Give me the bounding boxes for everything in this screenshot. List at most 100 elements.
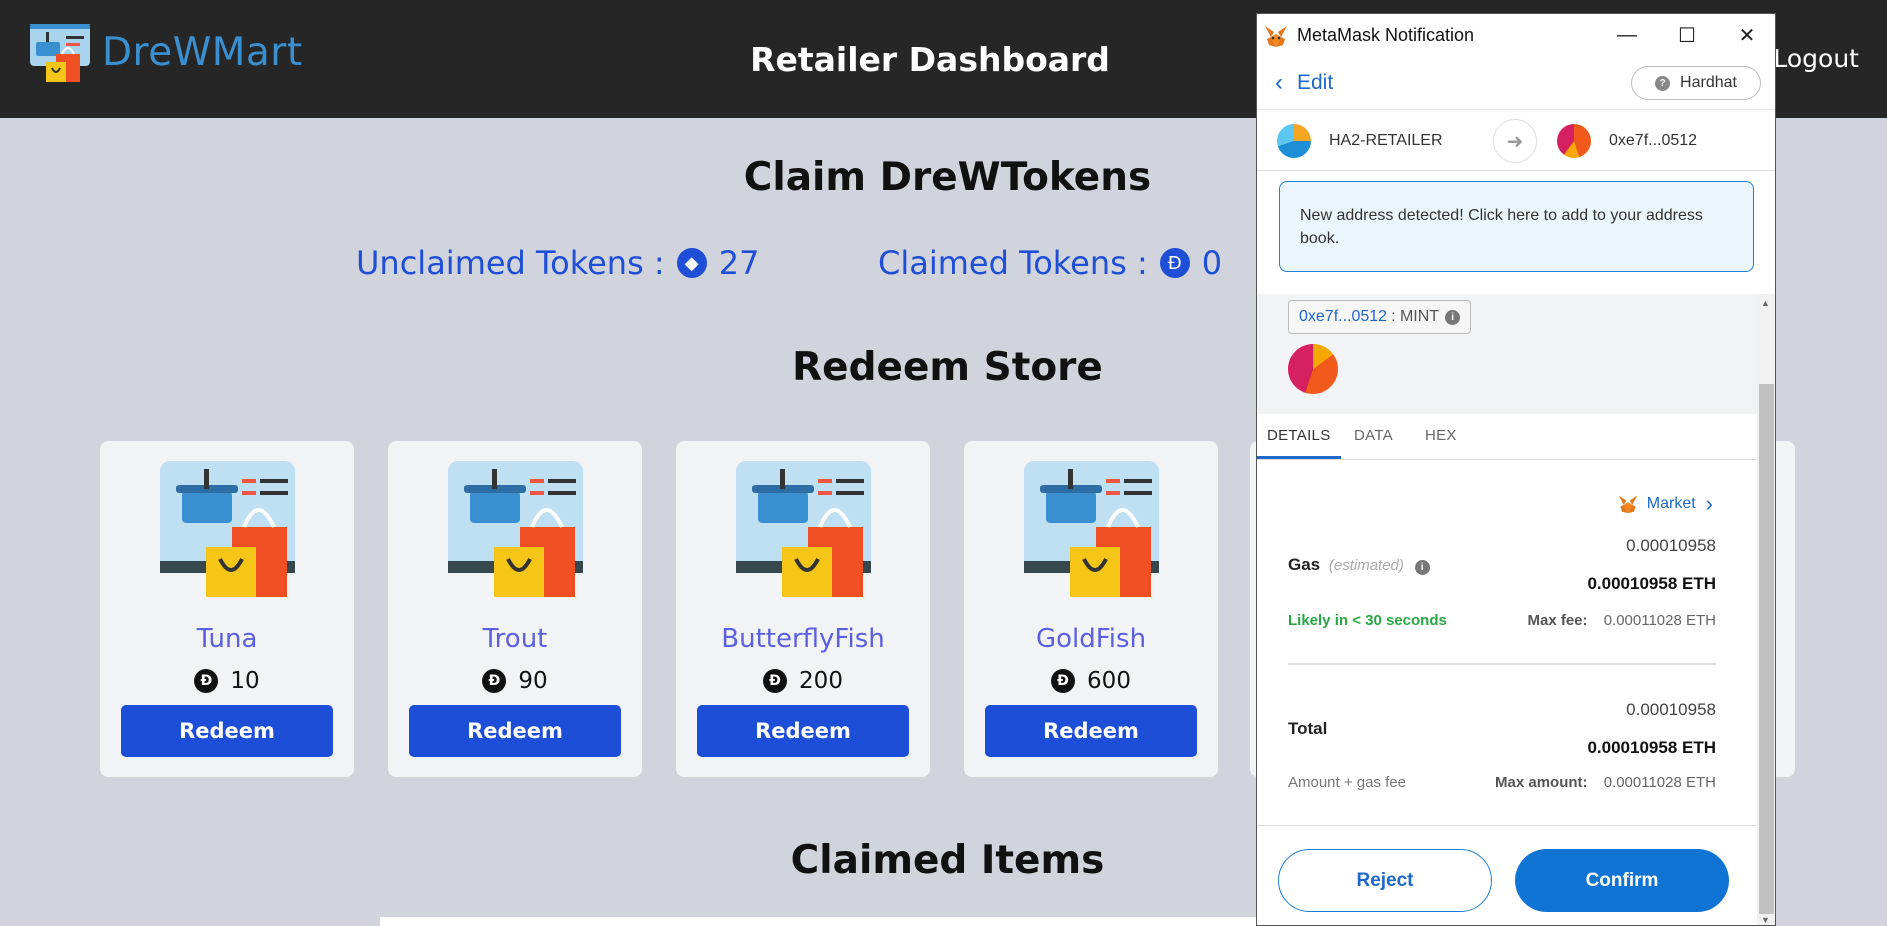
scroll-up-icon[interactable]: ▲	[1761, 298, 1770, 308]
store-card: Tuna Đ 10 Redeem	[100, 441, 354, 777]
confirm-button[interactable]: Confirm	[1515, 849, 1729, 912]
redeem-button[interactable]: Redeem	[697, 705, 909, 757]
item-price-value: 200	[799, 668, 843, 694]
claimed-tokens-label: Claimed Tokens :	[878, 244, 1148, 282]
shopping-image-icon	[160, 461, 295, 597]
metamask-window: MetaMask Notification — ☐ ✕ ‹ Edit ? Har…	[1256, 13, 1776, 926]
claimed-tokens-value: 0	[1201, 244, 1223, 282]
item-price: Đ 90	[388, 668, 642, 694]
arrow-right-icon: ➜	[1493, 119, 1537, 163]
gas-eth: 0.00010958 ETH	[1587, 574, 1716, 593]
metamask-header: ‹ Edit ? Hardhat	[1257, 57, 1775, 110]
metamask-fox-icon	[1265, 25, 1287, 47]
logout-link[interactable]: Logout	[1773, 44, 1859, 73]
max-amount-value: 0.00011028 ETH	[1603, 774, 1716, 791]
scroll-down-icon[interactable]: ▼	[1761, 915, 1770, 925]
to-avatar	[1557, 124, 1591, 158]
redeem-button[interactable]: Redeem	[985, 705, 1197, 757]
to-account[interactable]: 0xe7f...0512	[1557, 124, 1697, 158]
tab-hex[interactable]: HEX	[1425, 427, 1457, 444]
network-name: Hardhat	[1680, 74, 1737, 91]
from-account-name: HA2-RETAILER	[1329, 132, 1443, 149]
coin-icon: Đ	[194, 669, 219, 693]
max-fee-row: Max fee: 0.00011028 ETH	[1527, 612, 1716, 629]
claimed-tokens: Claimed Tokens : Đ 0	[878, 244, 1222, 282]
info-icon[interactable]: i	[1445, 309, 1461, 325]
token-diamond-icon: ◆	[676, 248, 707, 278]
coin-icon: Đ	[1051, 669, 1076, 693]
market-label: Market	[1646, 495, 1696, 512]
redeem-button[interactable]: Redeem	[409, 705, 621, 757]
method-badge: 0xe7f...0512 : MINT i	[1288, 300, 1472, 334]
shopping-image-icon	[736, 461, 871, 597]
window-titlebar: MetaMask Notification — ☐ ✕	[1257, 14, 1775, 57]
network-help-icon: ?	[1655, 75, 1671, 91]
close-icon[interactable]: ✕	[1717, 14, 1775, 57]
token-coin-icon: Đ	[1159, 248, 1190, 278]
fox-icon	[1618, 495, 1638, 514]
item-name: ButterflyFish	[721, 624, 885, 654]
max-amount-label: Max amount:	[1495, 774, 1588, 791]
footer-divider	[1257, 825, 1757, 826]
contract-address[interactable]: 0xe7f...0512	[1299, 308, 1387, 326]
item-price: Đ 10	[100, 668, 354, 694]
max-fee-label: Max fee:	[1527, 612, 1588, 629]
contract-avatar	[1288, 344, 1338, 394]
gas-market-button[interactable]: Market ›	[1617, 491, 1713, 517]
from-avatar	[1277, 124, 1311, 158]
unclaimed-tokens: Unclaimed Tokens : ◆ 27	[356, 244, 759, 282]
amount-gas-label: Amount + gas fee	[1288, 774, 1406, 791]
window-title: MetaMask Notification	[1297, 25, 1475, 45]
item-price-value: 10	[230, 668, 260, 694]
gas-value: 0.00010958	[1626, 536, 1716, 555]
gas-label-row: Gas (estimated) i	[1288, 555, 1430, 575]
item-name: Tuna	[196, 624, 258, 654]
scrollbar[interactable]: ▲ ▼	[1757, 294, 1775, 925]
total-eth: 0.00010958 ETH	[1587, 738, 1716, 757]
chevron-left-icon: ‹	[1275, 69, 1283, 96]
redeem-button[interactable]: Redeem	[121, 705, 333, 757]
store-card: Trout Đ 90 Redeem	[388, 441, 642, 777]
unclaimed-tokens-label: Unclaimed Tokens :	[356, 244, 665, 282]
scrollbar-thumb[interactable]	[1759, 384, 1774, 914]
item-price-value: 90	[518, 668, 548, 694]
reject-button[interactable]: Reject	[1278, 849, 1492, 912]
max-fee-value: 0.00011028 ETH	[1603, 612, 1716, 629]
coin-icon: Đ	[482, 669, 507, 693]
item-price-value: 600	[1087, 668, 1131, 694]
maximize-icon[interactable]: ☐	[1657, 14, 1717, 57]
shopping-image-icon	[1024, 461, 1159, 597]
max-amount-row: Max amount: 0.00011028 ETH	[1495, 774, 1716, 791]
shopping-image-icon	[448, 461, 583, 597]
to-account-address: 0xe7f...0512	[1609, 132, 1698, 149]
details-tabs: DETAILS DATA HEX	[1257, 415, 1757, 460]
store-card: ButterflyFish Đ 200 Redeem	[676, 441, 930, 777]
minimize-icon[interactable]: —	[1597, 14, 1657, 57]
sender-recipient: HA2-RETAILER ➜ 0xe7f...0512	[1257, 111, 1775, 171]
claimed-items-panel	[380, 917, 1260, 926]
item-price: Đ 600	[964, 668, 1218, 694]
edit-label: Edit	[1297, 71, 1334, 94]
item-name: Trout	[482, 624, 548, 654]
gas-label: Gas	[1288, 555, 1321, 574]
coin-icon: Đ	[763, 669, 788, 693]
store-card: GoldFish Đ 600 Redeem	[964, 441, 1218, 777]
from-account[interactable]: HA2-RETAILER	[1277, 124, 1443, 158]
total-label: Total	[1288, 719, 1328, 738]
active-tab-indicator	[1257, 456, 1341, 459]
chevron-right-icon: ›	[1705, 491, 1713, 516]
tab-details[interactable]: DETAILS	[1267, 427, 1331, 444]
gas-estimated: (estimated)	[1328, 557, 1404, 574]
network-selector[interactable]: ? Hardhat	[1631, 66, 1761, 100]
new-address-notice[interactable]: New address detected! Click here to add …	[1279, 181, 1754, 272]
unclaimed-tokens-value: 27	[718, 244, 760, 282]
item-name: GoldFish	[1035, 624, 1147, 654]
likely-time: Likely in < 30 seconds	[1288, 612, 1447, 629]
item-price: Đ 200	[676, 668, 930, 694]
total-value: 0.00010958	[1626, 700, 1716, 719]
tab-data[interactable]: DATA	[1354, 427, 1393, 444]
method-name: : MINT	[1391, 308, 1440, 325]
divider	[1288, 663, 1716, 665]
edit-button[interactable]: ‹ Edit	[1275, 69, 1333, 97]
gas-info-icon[interactable]: i	[1414, 560, 1430, 575]
